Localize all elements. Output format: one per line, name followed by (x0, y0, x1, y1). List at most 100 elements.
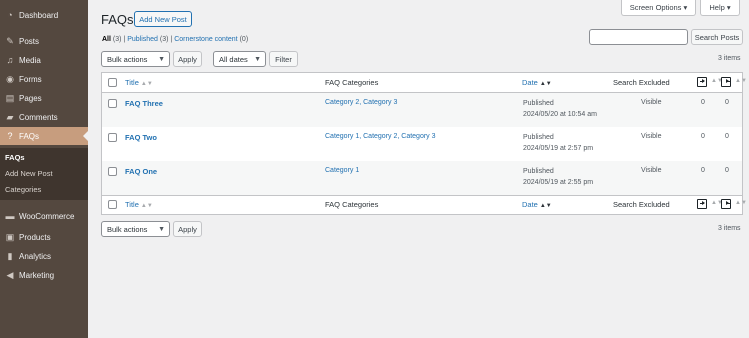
sidebar-item-label: Dashboard (19, 10, 59, 20)
submenu-item-add-new-post[interactable]: Add New Post (5, 169, 53, 178)
sidebar-item-label: Products (19, 232, 51, 242)
search-posts-button[interactable]: Search Posts (691, 29, 743, 45)
row-title-link[interactable]: FAQ One (125, 167, 157, 176)
row-status: Published (523, 134, 554, 141)
view-cornerstone-count: (0) (239, 36, 249, 43)
apply-button[interactable]: Apply (173, 51, 202, 67)
column-title-header[interactable]: Title ▲▼ (125, 78, 153, 87)
internal-links-out-icon[interactable] (721, 77, 731, 87)
sort-icon: ▲▼ (539, 203, 552, 209)
column-search-excluded-header: Search Excluded (613, 200, 670, 209)
sidebar-item-label: Posts (19, 36, 40, 46)
view-all-count: (3) (112, 36, 122, 43)
view-all-link[interactable]: All (102, 36, 111, 43)
row-checkbox[interactable] (108, 99, 117, 108)
admin-sidebar: ◔ Dashboard ✎ Posts ♫ Media ◉ Forms ▤ Pages ▰… (0, 0, 88, 338)
table-row: FAQ One Category 1 Published 2024/05/19 a… (102, 161, 742, 195)
row-date-value: 2024/05/19 at 2:57 pm (523, 145, 594, 152)
row-date: Published 2024/05/20 at 10:54 am (523, 98, 597, 120)
sidebar-item-products[interactable]: ▣ Products (0, 228, 88, 246)
dates-value: All dates (219, 54, 248, 64)
row-title-link[interactable]: FAQ Two (125, 133, 157, 142)
media-icon: ♫ (6, 55, 14, 65)
view-cornerstone-link[interactable]: Cornerstone content (174, 36, 237, 43)
dates-select[interactable]: All dates ▼ (213, 51, 266, 67)
view-separator: | (123, 36, 126, 43)
bulk-actions-select[interactable]: Bulk actions ▼ (101, 51, 170, 67)
row-links-out: 0 (725, 99, 729, 106)
row-checkbox[interactable] (108, 133, 117, 142)
comments-icon: ▰ (6, 111, 14, 122)
sidebar-item-label: Pages (19, 93, 42, 103)
sort-icon: ▲▼ (140, 203, 153, 209)
column-date-header[interactable]: Date ▲▼ (522, 78, 552, 87)
column-date-label: Date (522, 78, 538, 87)
sidebar-item-faqs[interactable]: ? FAQs (0, 127, 88, 145)
row-links-in: 0 (701, 133, 705, 140)
row-links-out: 0 (725, 167, 729, 174)
row-categories[interactable]: Category 2, Category 3 (325, 99, 397, 106)
add-new-post-button[interactable]: Add New Post (134, 11, 192, 27)
row-checkbox[interactable] (108, 167, 117, 176)
apply-button-bottom[interactable]: Apply (173, 221, 202, 237)
view-published-count: (3) (159, 36, 169, 43)
column-date-header[interactable]: Date ▲▼ (522, 200, 552, 209)
forms-icon: ◉ (6, 73, 14, 84)
row-links-in: 0 (701, 99, 705, 106)
faq-table: Title ▲▼ FAQ Categories Date ▲▼ Search Exc… (101, 72, 747, 215)
bulk-actions-select-bottom[interactable]: Bulk actions ▼ (101, 221, 170, 237)
view-separator: | (170, 36, 173, 43)
internal-links-in-icon[interactable] (697, 199, 707, 209)
help-button[interactable]: Help ▾ (700, 0, 740, 16)
bulk-actions-value: Bulk actions (107, 54, 148, 64)
sidebar-item-label: WooCommerce (19, 211, 75, 221)
view-published-link[interactable]: Published (127, 36, 158, 43)
faqs-submenu: FAQs Add New Post Categories (0, 148, 88, 200)
internal-links-in-icon[interactable] (697, 77, 707, 87)
sidebar-item-media[interactable]: ♫ Media (0, 51, 88, 69)
column-title-header[interactable]: Title ▲▼ (125, 200, 153, 209)
screen-options-button[interactable]: Screen Options ▾ (621, 0, 696, 16)
sidebar-item-comments[interactable]: ▰ Comments (0, 108, 88, 126)
analytics-icon: ▮ (7, 250, 13, 261)
row-date-value: 2024/05/20 at 10:54 am (523, 111, 597, 118)
help-icon: ? (7, 131, 13, 141)
column-search-excluded-header: Search Excluded (613, 78, 670, 87)
row-date: Published 2024/05/19 at 2:57 pm (523, 132, 593, 154)
submenu-item-faqs[interactable]: FAQs (5, 153, 25, 162)
row-status: Published (523, 168, 554, 175)
sidebar-item-label: FAQs (19, 131, 40, 141)
sidebar-item-marketing[interactable]: ◀ Marketing (0, 266, 88, 284)
submenu-item-categories[interactable]: Categories (5, 185, 41, 194)
row-title-link[interactable]: FAQ Three (125, 99, 163, 108)
row-links-in: 0 (701, 167, 705, 174)
filter-button[interactable]: Filter (269, 51, 298, 67)
products-icon: ▣ (5, 231, 15, 242)
sort-icon: ▲▼ (735, 78, 747, 84)
sidebar-item-dashboard[interactable]: ◔ Dashboard (0, 6, 88, 24)
chevron-down-icon: ▼ (254, 56, 261, 63)
internal-links-out-icon[interactable] (721, 199, 731, 209)
select-all-checkbox[interactable] (108, 200, 117, 209)
woocommerce-icon: ▬ (5, 211, 15, 221)
view-filters: All (3) | Published (3) | Cornerstone co… (102, 36, 248, 43)
sort-icon: ▲▼ (140, 81, 153, 87)
row-search-visibility: Visible (641, 99, 662, 106)
sidebar-item-label: Comments (19, 112, 58, 122)
row-status: Published (523, 100, 554, 107)
sidebar-item-pages[interactable]: ▤ Pages (0, 89, 88, 107)
column-categories-header: FAQ Categories (325, 200, 379, 209)
row-categories[interactable]: Category 1, Category 2, Category 3 (325, 133, 436, 140)
row-categories[interactable]: Category 1 (325, 167, 359, 174)
sidebar-item-posts[interactable]: ✎ Posts (0, 32, 88, 50)
sidebar-item-forms[interactable]: ◉ Forms (0, 70, 88, 88)
column-categories-header: FAQ Categories (325, 78, 379, 87)
sidebar-item-label: Media (19, 55, 41, 65)
sidebar-item-label: Forms (19, 74, 42, 84)
chevron-down-icon: ▼ (158, 226, 165, 233)
table-row: FAQ Three Category 2, Category 3 Publish… (102, 93, 742, 127)
select-all-checkbox[interactable] (108, 78, 117, 87)
search-input[interactable] (589, 29, 688, 45)
sidebar-item-woocommerce[interactable]: ▬ WooCommerce (0, 207, 88, 225)
sidebar-item-analytics[interactable]: ▮ Analytics (0, 247, 88, 265)
